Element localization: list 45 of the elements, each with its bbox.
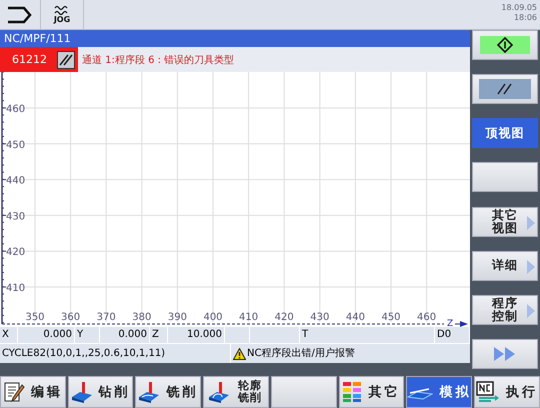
axis-label: 460: [6, 104, 26, 115]
axis-label: 430: [310, 312, 330, 323]
softkey-button[interactable]: 执行: [474, 376, 540, 408]
axis-label: 370: [96, 312, 116, 323]
softkey-button[interactable]: 铣削: [135, 376, 202, 408]
coordinate-value: 0.000: [100, 327, 150, 343]
axis-label: 410: [239, 312, 258, 323]
time-text: 18:06: [514, 13, 537, 23]
axis-name: Y: [75, 327, 100, 343]
softkey-button[interactable]: 其它: [338, 376, 404, 408]
axis-label: 460: [417, 312, 436, 323]
axis-label: 360: [61, 312, 80, 323]
axis-label: 420: [274, 312, 294, 323]
axis-label: Z: [447, 319, 454, 327]
axis-label: 440: [346, 312, 365, 323]
axis-label: 430: [6, 211, 26, 222]
axis-label: 380: [132, 312, 152, 323]
softkey-button[interactable]: 编辑: [0, 376, 66, 408]
softkey-button[interactable]: 程序控制: [472, 294, 538, 325]
axis-label: 450: [6, 140, 26, 151]
status-message: NC程序段出错/用户报警: [247, 346, 355, 361]
axis-label: 420: [6, 247, 26, 258]
axis-name: Z: [150, 327, 168, 343]
softkey-button[interactable]: 详细: [472, 250, 538, 281]
axis-label: 400: [203, 312, 223, 323]
softkey-button[interactable]: 轮廓铣削: [203, 376, 269, 408]
softkey-button[interactable]: 其它视图: [472, 206, 538, 237]
alarm-message: 通道 1:程序段 6 : 错误的刀具类型: [82, 54, 234, 66]
tool-value: T: [300, 327, 435, 343]
axis-label: 450: [381, 312, 401, 323]
date-text: 18.09.05: [501, 3, 537, 13]
alarm-number: 61212: [12, 53, 47, 66]
mode-label: JOG: [54, 15, 70, 24]
coordinate-value: 0.000: [18, 327, 75, 343]
softkey-button[interactable]: 模拟: [406, 376, 472, 408]
softkey-button[interactable]: 顶视图: [472, 118, 538, 148]
program-path-bar: NC/MPF/111: [0, 30, 470, 47]
offset-value: D0: [435, 327, 470, 343]
axis-label: 440: [6, 176, 26, 187]
coordinate-value: 10.000: [168, 327, 225, 343]
axis-label: 410: [6, 283, 26, 294]
softkey-button[interactable]: 钻削: [68, 376, 134, 408]
axis-name: X: [0, 327, 18, 343]
axis-label: 350: [25, 312, 45, 323]
axis-label: 390: [168, 312, 187, 323]
